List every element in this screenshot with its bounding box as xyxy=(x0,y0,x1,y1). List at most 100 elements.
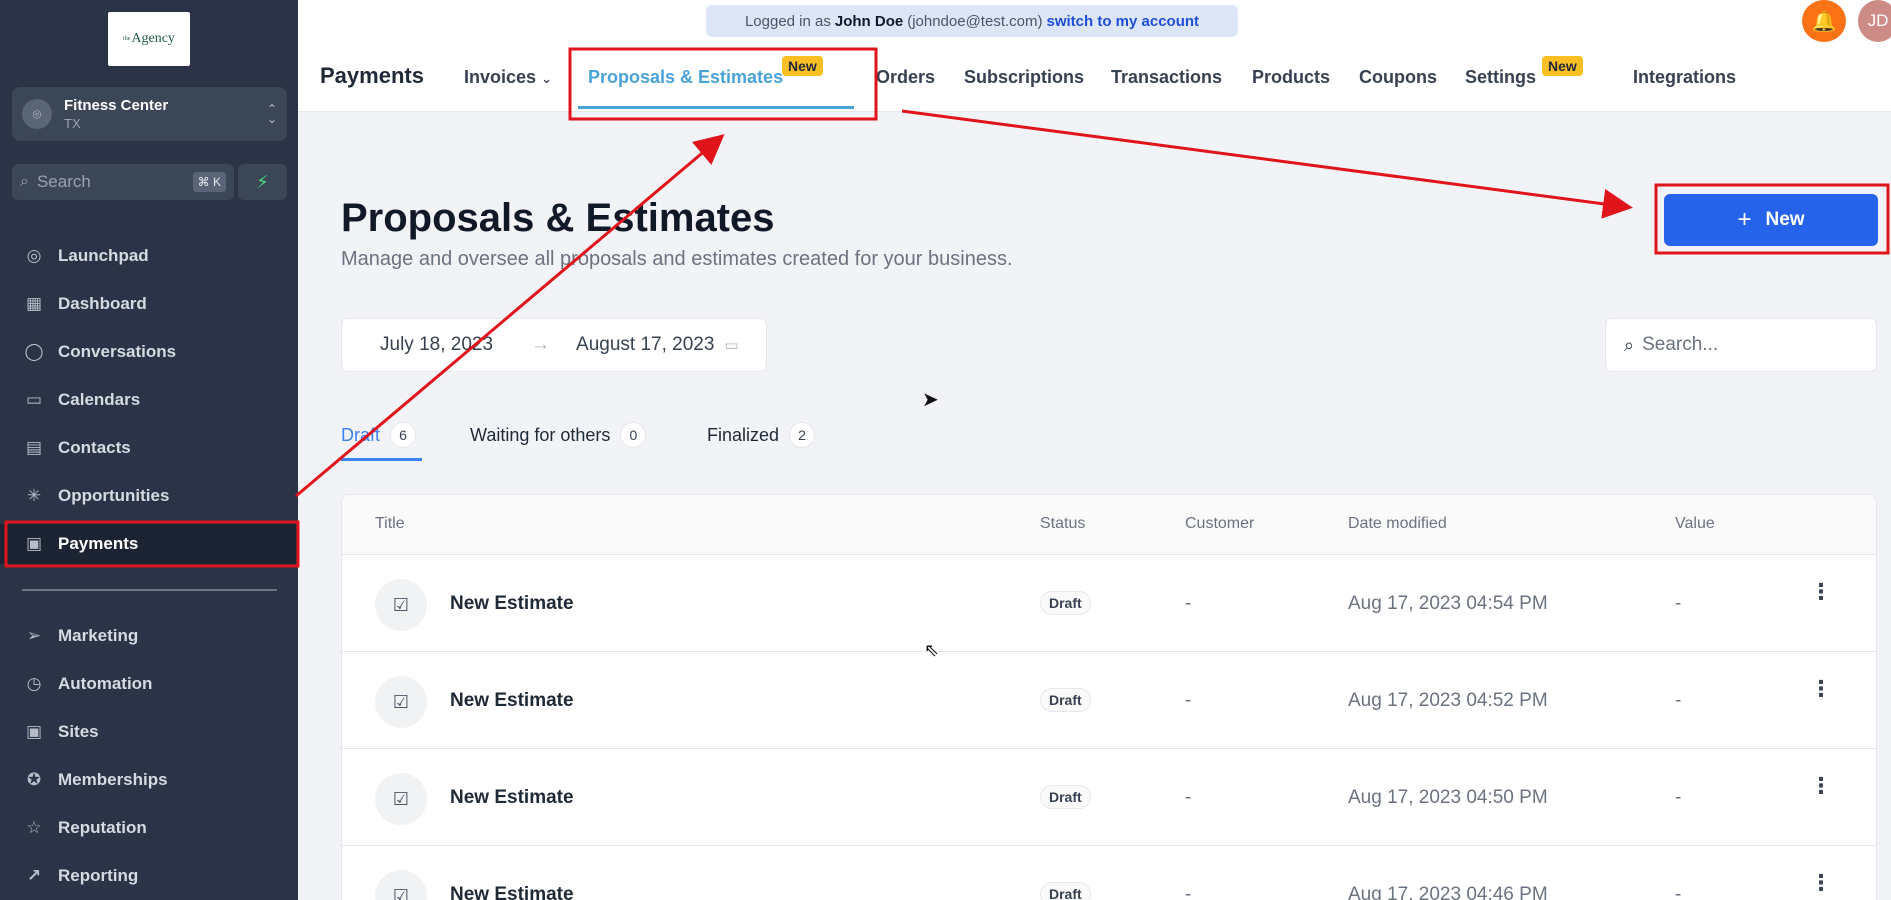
sidebar-item-opportunities[interactable]: ✳ Opportunities xyxy=(0,476,298,516)
table-row[interactable]: ☑ New Estimate Draft - Aug 17, 2023 04:46 PM… xyxy=(342,846,1876,900)
chart-line-icon: ↗ xyxy=(26,866,42,885)
sidebar-item-label: Sites xyxy=(58,722,99,741)
row-title: New Estimate xyxy=(450,884,574,900)
table-header: Title Status Customer Date modified Valu… xyxy=(342,495,1876,555)
sidebar-item-label: Calendars xyxy=(58,390,141,409)
tab-proposals-estimates[interactable]: Proposals & Estimates xyxy=(588,67,783,88)
sidebar-item-label: Dashboard xyxy=(58,294,147,313)
opportunities-icon: ✳ xyxy=(26,486,42,505)
tab-integrations[interactable]: Integrations xyxy=(1633,67,1736,88)
star-icon: ☆ xyxy=(26,818,42,837)
column-date-modified[interactable]: Date modified xyxy=(1348,515,1447,533)
kebab-menu-icon[interactable]: ⋮ xyxy=(1810,678,1832,700)
sidebar-item-calendars[interactable]: ▭ Calendars xyxy=(0,380,298,420)
account-switcher[interactable]: ⌾ Fitness Center TX ⌃ ⌄ xyxy=(12,87,287,141)
search-placeholder: Search... xyxy=(1642,334,1719,355)
rocket-icon: ◎ xyxy=(26,246,42,265)
sidebar-item-label: Memberships xyxy=(58,770,168,789)
status-badge: Draft xyxy=(1040,785,1091,809)
tab-coupons[interactable]: Coupons xyxy=(1359,67,1437,88)
top-bar: Logged in as John Doe (johndoe@test.com)… xyxy=(298,0,1891,112)
kebab-menu-icon[interactable]: ⋮ xyxy=(1810,581,1832,603)
kebab-menu-icon[interactable]: ⋮ xyxy=(1810,872,1832,894)
row-date-modified: Aug 17, 2023 04:52 PM xyxy=(1348,690,1548,711)
sidebar-item-label: Payments xyxy=(58,534,139,553)
row-customer: - xyxy=(1185,787,1192,808)
table-row[interactable]: ☑ New Estimate Draft - Aug 17, 2023 04:52 PM… xyxy=(342,652,1876,749)
status-badge: Draft xyxy=(1040,591,1091,615)
sidebar-item-memberships[interactable]: ✪ Memberships xyxy=(0,760,298,800)
send-icon: ➢ xyxy=(26,626,42,645)
bell-icon[interactable]: 🔔 xyxy=(1802,0,1846,42)
sidebar-item-label: Reputation xyxy=(58,818,147,837)
tab-settings[interactable]: Settings xyxy=(1465,67,1536,88)
sidebar-item-automation[interactable]: ◷ Automation xyxy=(0,664,298,704)
arrow-right-icon: → xyxy=(531,334,551,355)
login-user: John Doe xyxy=(834,12,904,30)
sidebar-item-reporting[interactable]: ↗ Reporting xyxy=(0,856,298,896)
new-button[interactable]: + New xyxy=(1664,194,1878,246)
table-row[interactable]: ☑ New Estimate Draft - Aug 17, 2023 04:50 PM… xyxy=(342,749,1876,846)
login-email: (johndoe@test.com) xyxy=(907,12,1043,30)
agency-logo[interactable]: the Agency xyxy=(108,12,190,66)
quick-action-button[interactable]: ⚡ xyxy=(238,164,287,200)
tab-products[interactable]: Products xyxy=(1252,67,1330,88)
status-tab-label: Waiting for others xyxy=(470,424,611,445)
kebab-menu-icon[interactable]: ⋮ xyxy=(1810,775,1832,797)
membership-icon: ✪ xyxy=(26,770,42,789)
sidebar-item-label: Opportunities xyxy=(58,486,170,505)
status-tab-count: 0 xyxy=(620,422,647,448)
sidebar-item-label: Conversations xyxy=(58,342,177,361)
row-value: - xyxy=(1675,787,1682,808)
sidebar-item-payments[interactable]: ▣ Payments xyxy=(0,524,298,564)
switch-account-link[interactable]: switch to my account xyxy=(1047,13,1200,30)
date-from: July 18, 2023 xyxy=(380,334,494,355)
tab-invoices[interactable]: Invoices ⌄ xyxy=(464,67,552,88)
page-title: Payments xyxy=(320,63,424,88)
sidebar-item-contacts[interactable]: ▤ Contacts xyxy=(0,428,298,468)
tab-orders[interactable]: Orders xyxy=(876,67,935,88)
table-row[interactable]: ☑ New Estimate Draft - Aug 17, 2023 04:54 PM… xyxy=(342,555,1876,652)
sidebar: the Agency ⌾ Fitness Center TX ⌃ ⌄ ⌕ Searc… xyxy=(0,0,298,900)
sidebar-item-conversations[interactable]: ◯ Conversations xyxy=(0,332,298,372)
row-date-modified: Aug 17, 2023 04:46 PM xyxy=(1348,884,1548,900)
row-customer: - xyxy=(1185,593,1192,614)
user-avatar[interactable]: JD xyxy=(1858,0,1891,42)
tab-draft[interactable]: Draft 6 xyxy=(341,422,417,448)
sidebar-item-label: Contacts xyxy=(58,438,131,457)
sidebar-item-sites[interactable]: ▣ Sites xyxy=(0,712,298,752)
calendar-icon: ▭ xyxy=(25,390,43,409)
search-input[interactable]: ⌕ Search... xyxy=(1605,318,1877,372)
new-badge: New xyxy=(1542,56,1583,76)
active-status-tab-underline xyxy=(341,458,422,461)
sidebar-item-marketing[interactable]: ➢ Marketing xyxy=(0,616,298,656)
status-tab-label: Finalized xyxy=(707,424,780,445)
column-value[interactable]: Value xyxy=(1675,515,1715,533)
chevron-updown-icon: ⌃ ⌄ xyxy=(266,102,277,126)
tab-subscriptions[interactable]: Subscriptions xyxy=(964,67,1084,88)
row-date-modified: Aug 17, 2023 04:50 PM xyxy=(1348,787,1548,808)
search-icon: ⌕ xyxy=(1624,334,1635,355)
mouse-cursor-icon: ⇖ xyxy=(924,640,940,660)
date-to: August 17, 2023 xyxy=(576,334,715,355)
tab-transactions[interactable]: Transactions xyxy=(1111,67,1222,88)
status-tab-label: Draft xyxy=(341,424,381,445)
sidebar-item-dashboard[interactable]: ▦ Dashboard xyxy=(0,284,298,324)
column-status[interactable]: Status xyxy=(1040,515,1085,533)
logo-text: Agency xyxy=(131,31,175,46)
date-range-picker[interactable]: July 18, 2023 → August 17, 2023 ▭ xyxy=(341,318,767,372)
tab-finalized[interactable]: Finalized 2 xyxy=(707,422,816,448)
row-title: New Estimate xyxy=(450,690,574,711)
calendar-icon: ▭ xyxy=(724,337,739,354)
sidebar-item-launchpad[interactable]: ◎ Launchpad xyxy=(0,236,298,276)
tab-waiting-for-others[interactable]: Waiting for others 0 xyxy=(470,422,647,448)
bolt-icon: ⚡ xyxy=(256,171,269,192)
login-prefix: Logged in as xyxy=(744,12,831,30)
column-customer[interactable]: Customer xyxy=(1185,515,1254,533)
column-title[interactable]: Title xyxy=(375,515,405,533)
document-check-icon: ☑ xyxy=(375,870,427,900)
sidebar-item-reputation[interactable]: ☆ Reputation xyxy=(0,808,298,848)
new-button-label: New xyxy=(1765,209,1805,230)
sidebar-item-label: Automation xyxy=(58,674,153,693)
sidebar-search[interactable]: ⌕ Search ⌘ K xyxy=(12,164,234,200)
